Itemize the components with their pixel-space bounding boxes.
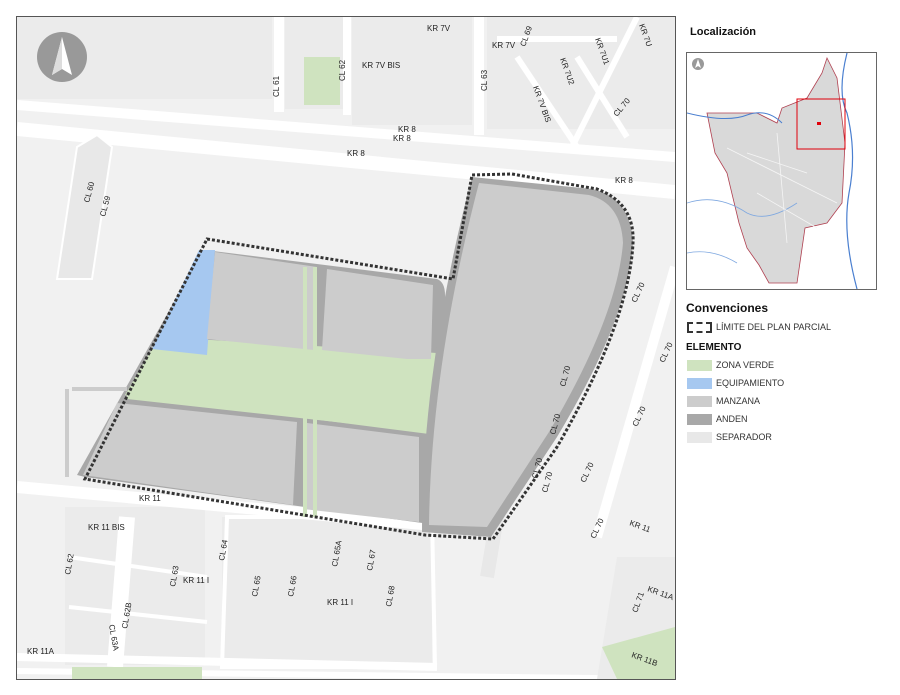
street-label: KR 7V	[427, 24, 451, 33]
legend-label: MANZANA	[716, 396, 761, 406]
block-area	[352, 17, 472, 125]
street-label: KR 8	[615, 176, 633, 185]
street-label: KR 7V BIS	[362, 61, 400, 70]
street-label: KR 8	[347, 149, 365, 158]
block-area	[65, 507, 205, 665]
legend-swatch	[687, 432, 712, 443]
legend-label: EQUIPAMIENTO	[716, 378, 785, 388]
street-label: KR 11 I	[327, 598, 353, 607]
street-label: KR 11 I	[183, 576, 209, 585]
street-label: KR 11 BIS	[88, 523, 125, 532]
green-park	[72, 667, 202, 679]
sidebar: Localización Convenciones LÍMITE DEL PLA…	[686, 20, 886, 680]
street-label: KR 8	[393, 134, 411, 143]
localizacion-title: Localización	[690, 26, 757, 38]
elemento-title: ELEMENTO	[686, 342, 742, 353]
legend-limite-label: LÍMITE DEL PLAN PARCIAL	[716, 322, 832, 332]
street-label: CL 62	[338, 59, 347, 81]
legend-label: ANDEN	[716, 414, 748, 424]
limit-swatch	[687, 322, 712, 333]
legend-swatch	[687, 414, 712, 425]
street-label: CL 61	[272, 75, 281, 97]
green-park	[304, 57, 340, 105]
manzana	[322, 269, 433, 359]
zona-verde	[303, 267, 307, 517]
legend-swatch	[687, 360, 712, 371]
location-inset-map[interactable]	[686, 52, 877, 290]
zona-verde	[313, 267, 317, 517]
street-label: CL 63	[480, 69, 489, 91]
street-label: KR 11A	[27, 647, 55, 656]
street-label: KR 7V	[492, 41, 516, 50]
map-panel[interactable]: KR 7V KR 7V CL 69 KR 7U1 KR 7U KR 7U2 KR…	[16, 16, 676, 680]
manzana	[207, 252, 317, 350]
location-marker	[817, 122, 821, 125]
inset-canvas	[687, 53, 876, 289]
legend-swatch	[687, 396, 712, 407]
street-label: KR 8	[398, 125, 416, 134]
map-canvas: KR 7V KR 7V CL 69 KR 7U1 KR 7U KR 7U2 KR…	[17, 17, 675, 679]
street-label: KR 11	[139, 494, 161, 503]
manzana	[303, 423, 419, 522]
convenciones-title: Convenciones	[686, 301, 769, 315]
legend-label: ZONA VERDE	[716, 360, 775, 370]
legend-swatch	[687, 378, 712, 389]
legend-label: SEPARADOR	[716, 432, 772, 442]
north-arrow-icon	[37, 32, 87, 82]
